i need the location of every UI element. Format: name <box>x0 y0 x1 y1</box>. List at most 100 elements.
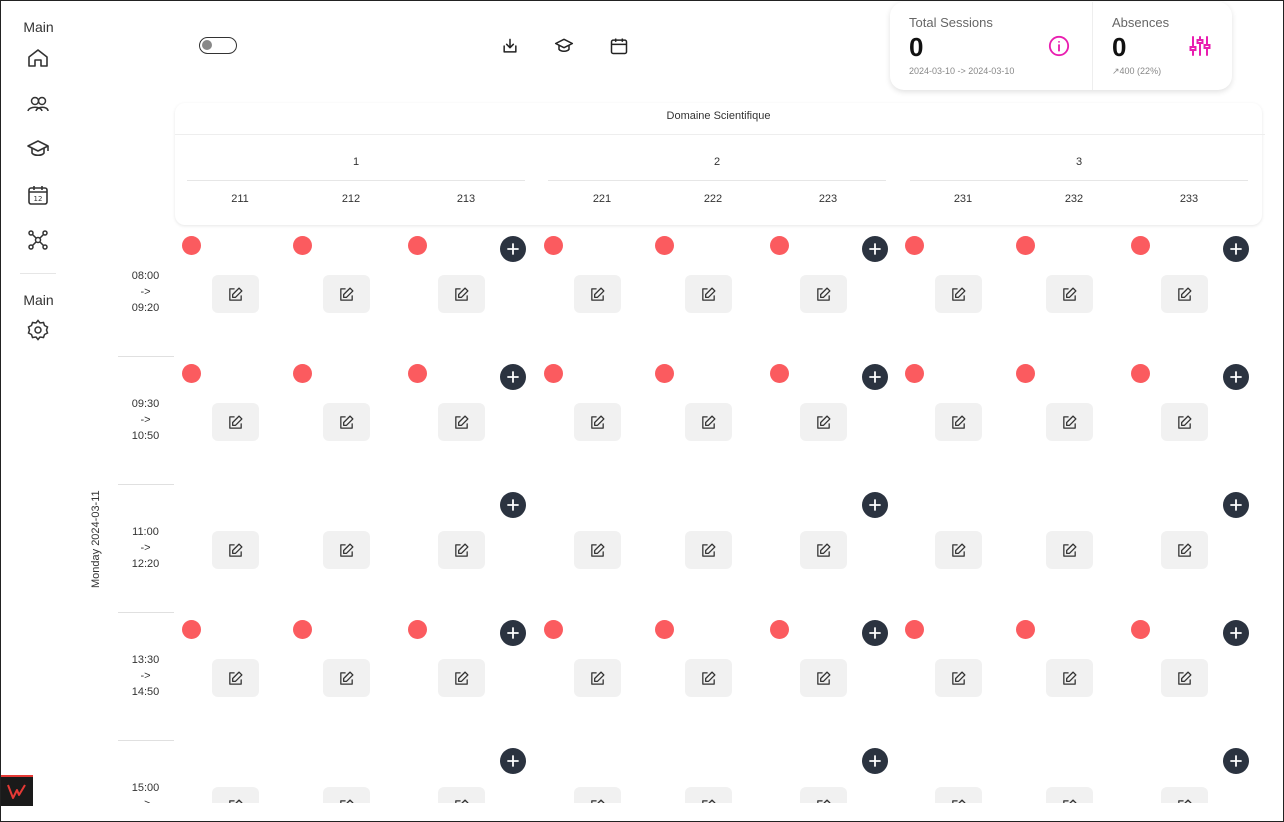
edit-session-button[interactable] <box>685 275 732 313</box>
absence-indicator <box>1016 364 1035 383</box>
edit-session-button[interactable] <box>935 403 982 441</box>
edit-session-button[interactable] <box>800 659 847 697</box>
add-session-button[interactable] <box>1223 364 1249 390</box>
edit-session-button[interactable] <box>800 787 847 803</box>
edit-session-button[interactable] <box>1161 659 1208 697</box>
edit-session-button[interactable] <box>212 659 259 697</box>
edit-icon <box>229 415 243 429</box>
edit-session-button[interactable] <box>1046 275 1093 313</box>
time-arrow: -> <box>140 670 151 682</box>
time-slot-label: 08:00 -> 09:20 <box>118 268 173 316</box>
time-slot-label: 11:00 -> 12:20 <box>118 524 173 572</box>
schedule-grid: 08:00 -> 09:20 09:30 -> 10:50 11:00 -> 12:20 13:3… <box>0 0 1284 803</box>
edit-session-button[interactable] <box>323 275 370 313</box>
edit-icon <box>952 799 966 803</box>
time-end: 12:20 <box>131 558 160 570</box>
edit-session-button[interactable] <box>574 659 621 697</box>
add-session-button[interactable] <box>1223 620 1249 646</box>
absence-indicator <box>544 364 563 383</box>
edit-icon <box>1178 415 1192 429</box>
edit-session-button[interactable] <box>685 659 732 697</box>
add-session-button[interactable] <box>862 492 888 518</box>
add-session-button[interactable] <box>1223 748 1249 774</box>
edit-session-button[interactable] <box>212 787 259 803</box>
edit-session-button[interactable] <box>935 659 982 697</box>
edit-icon <box>702 543 716 557</box>
edit-icon <box>1063 543 1077 557</box>
edit-session-button[interactable] <box>438 403 485 441</box>
edit-session-button[interactable] <box>323 403 370 441</box>
absence-indicator <box>655 236 674 255</box>
edit-session-button[interactable] <box>212 531 259 569</box>
edit-session-button[interactable] <box>438 659 485 697</box>
edit-session-button[interactable] <box>1046 787 1093 803</box>
absence-indicator <box>293 364 312 383</box>
add-session-button[interactable] <box>500 236 526 262</box>
edit-session-button[interactable] <box>438 531 485 569</box>
edit-icon <box>817 799 831 803</box>
edit-session-button[interactable] <box>323 531 370 569</box>
add-session-button[interactable] <box>862 364 888 390</box>
edit-icon <box>1063 671 1077 685</box>
edit-session-button[interactable] <box>574 531 621 569</box>
time-end: 10:50 <box>131 430 160 442</box>
add-session-button[interactable] <box>500 748 526 774</box>
edit-session-button[interactable] <box>685 403 732 441</box>
plus-icon <box>507 243 519 255</box>
add-session-button[interactable] <box>862 620 888 646</box>
add-session-button[interactable] <box>862 236 888 262</box>
edit-session-button[interactable] <box>800 403 847 441</box>
edit-session-button[interactable] <box>800 275 847 313</box>
absence-indicator <box>770 364 789 383</box>
edit-session-button[interactable] <box>212 403 259 441</box>
edit-icon <box>340 287 354 301</box>
add-session-button[interactable] <box>1223 236 1249 262</box>
edit-icon <box>702 799 716 803</box>
edit-session-button[interactable] <box>1161 275 1208 313</box>
edit-session-button[interactable] <box>323 787 370 803</box>
plus-icon <box>869 627 881 639</box>
edit-session-button[interactable] <box>1161 531 1208 569</box>
edit-session-button[interactable] <box>1161 403 1208 441</box>
add-session-button[interactable] <box>500 620 526 646</box>
edit-session-button[interactable] <box>1046 403 1093 441</box>
plus-icon <box>869 499 881 511</box>
edit-session-button[interactable] <box>1046 531 1093 569</box>
absence-indicator <box>408 364 427 383</box>
absence-indicator <box>1131 364 1150 383</box>
add-session-button[interactable] <box>1223 492 1249 518</box>
add-session-button[interactable] <box>862 748 888 774</box>
plus-icon <box>507 755 519 767</box>
edit-session-button[interactable] <box>323 659 370 697</box>
edit-icon <box>455 671 469 685</box>
plus-icon <box>1230 371 1242 383</box>
absence-indicator <box>770 620 789 639</box>
add-session-button[interactable] <box>500 364 526 390</box>
edit-session-button[interactable] <box>800 531 847 569</box>
edit-icon <box>702 671 716 685</box>
edit-icon <box>340 415 354 429</box>
time-start: 09:30 <box>131 398 160 410</box>
edit-icon <box>591 799 605 803</box>
absence-indicator <box>905 236 924 255</box>
edit-session-button[interactable] <box>1161 787 1208 803</box>
edit-session-button[interactable] <box>685 531 732 569</box>
edit-icon <box>455 287 469 301</box>
edit-session-button[interactable] <box>438 787 485 803</box>
edit-session-button[interactable] <box>574 787 621 803</box>
edit-session-button[interactable] <box>1046 659 1093 697</box>
add-session-button[interactable] <box>500 492 526 518</box>
edit-session-button[interactable] <box>935 275 982 313</box>
edit-icon <box>340 671 354 685</box>
edit-session-button[interactable] <box>685 787 732 803</box>
edit-session-button[interactable] <box>438 275 485 313</box>
edit-session-button[interactable] <box>935 787 982 803</box>
edit-icon <box>952 671 966 685</box>
absence-indicator <box>408 620 427 639</box>
edit-session-button[interactable] <box>935 531 982 569</box>
edit-session-button[interactable] <box>212 275 259 313</box>
edit-session-button[interactable] <box>574 403 621 441</box>
absence-indicator <box>770 236 789 255</box>
edit-session-button[interactable] <box>574 275 621 313</box>
absence-indicator <box>182 364 201 383</box>
